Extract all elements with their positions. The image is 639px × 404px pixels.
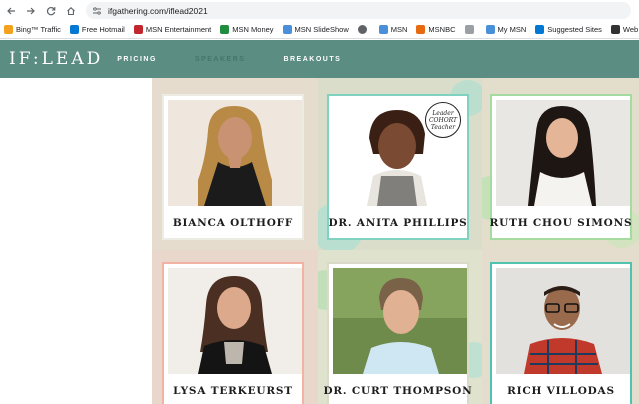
nav-speakers[interactable]: SPEAKERS [195,56,246,63]
bookmark-item[interactable] [464,25,477,34]
bookmark-label: MSN [390,25,408,34]
speaker-card[interactable]: RICH VILLODAS [490,262,632,404]
bookmark-item[interactable]: MSN [378,25,408,34]
msn-money-icon [220,25,230,34]
msn-butterfly-icon [378,25,388,34]
globe-icon [357,25,367,34]
speaker-photo [168,268,302,374]
speaker-cell: DR. CURT THOMPSON [318,250,482,404]
bookmark-label: Suggested Sites [547,25,602,34]
speaker-card[interactable]: RUTH CHOU SIMONS [490,94,632,240]
suggested-sites-icon [535,25,545,34]
speaker-name: RICH VILLODAS [507,385,615,397]
bookmark-item[interactable]: MSN SlideShow [282,25,349,34]
forward-button[interactable] [22,2,40,20]
speaker-photo [168,100,302,206]
site-header: IF:LEAD PRICING SPEAKERS BREAKOUTS [0,40,639,78]
browser-address-row: ifgathering.com/iflead2021 [0,0,639,21]
speaker-cell: RUTH CHOU SIMONS [482,78,639,250]
bookmark-item[interactable]: Free Hotmail [69,25,125,34]
address-bar[interactable]: ifgathering.com/iflead2021 [86,2,631,19]
speaker-name: BIANCA OLTHOFF [172,217,294,229]
home-button[interactable] [62,2,80,20]
bookmark-label: MSN SlideShow [294,25,349,34]
reload-button[interactable] [42,2,60,20]
windows-icon [69,25,79,34]
bookmark-item[interactable]: Bing™ Traffic [4,25,61,34]
msn-butterfly-icon [485,25,495,34]
bookmarks-bar: Bing™ Traffic Free Hotmail MSN Entertainme… [0,21,639,39]
speaker-name: DR. ANITA PHILLIPS [328,217,468,229]
speaker-name: DR. CURT THOMPSON [323,385,473,397]
speaker-name: LYSA TERKEURST [173,385,293,397]
bookmark-label: MSNBC [428,25,456,34]
speaker-photo [496,100,630,206]
bookmark-item[interactable] [357,25,370,34]
bookmark-label: Bing™ Traffic [16,25,61,34]
speaker-name: RUTH CHOU SIMONS [489,217,633,229]
web-slice-icon [610,25,620,34]
msn-butterfly-icon [282,25,292,34]
speaker-card[interactable]: BIANCA OLTHOFF [162,94,304,240]
nav-pricing[interactable]: PRICING [117,56,157,63]
msn-entertainment-icon [133,25,143,34]
speaker-cell: RICH VILLODAS [482,250,639,404]
speaker-card[interactable]: LYSA TERKEURST [162,262,304,404]
speakers-grid: BIANCA OLTHOFF Leader COHORT Teacher DR.… [152,78,639,404]
bookmark-label: Web Slice Gallery [622,25,639,34]
site-logo[interactable]: IF:LEAD [9,49,103,69]
msnbc-peacock-icon [416,25,426,34]
bookmark-label: My MSN [497,25,527,34]
bookmark-item[interactable]: MSN Entertainment [133,25,212,34]
bookmark-label: Free Hotmail [81,25,125,34]
leader-cohort-teacher-badge: Leader COHORT Teacher [425,102,461,138]
bookmark-label: MSN Entertainment [145,25,212,34]
arrow-right-icon [27,7,35,14]
bookmark-item[interactable]: My MSN [485,25,527,34]
arrow-left-icon [7,7,15,14]
speaker-card[interactable]: Leader COHORT Teacher DR. ANITA PHILLIPS [327,94,469,240]
speaker-cell: BIANCA OLTHOFF [152,78,318,250]
bookmark-item[interactable]: MSN Money [220,25,274,34]
page-icon [464,25,474,34]
speaker-card[interactable]: DR. CURT THOMPSON [323,262,473,404]
nav-breakouts[interactable]: BREAKOUTS [283,56,341,63]
site-nav: PRICING SPEAKERS BREAKOUTS [117,56,379,63]
site-info-icon [93,6,101,15]
speaker-photo [496,268,630,374]
speaker-cell: Leader COHORT Teacher DR. ANITA PHILLIPS [318,78,482,250]
bookmark-label: MSN Money [232,25,274,34]
reload-icon [46,6,56,15]
speaker-photo [333,268,467,374]
main-content: BIANCA OLTHOFF Leader COHORT Teacher DR.… [0,78,639,404]
home-icon [67,6,75,15]
bing-icon [4,25,13,34]
bookmark-item[interactable]: Web Slice Gallery [610,25,639,34]
url-text: ifgathering.com/iflead2021 [108,5,208,16]
back-button[interactable] [2,2,20,20]
bookmark-item[interactable]: MSNBC [416,25,456,34]
bookmark-item[interactable]: Suggested Sites [535,25,602,34]
speaker-cell: LYSA TERKEURST [152,250,318,404]
